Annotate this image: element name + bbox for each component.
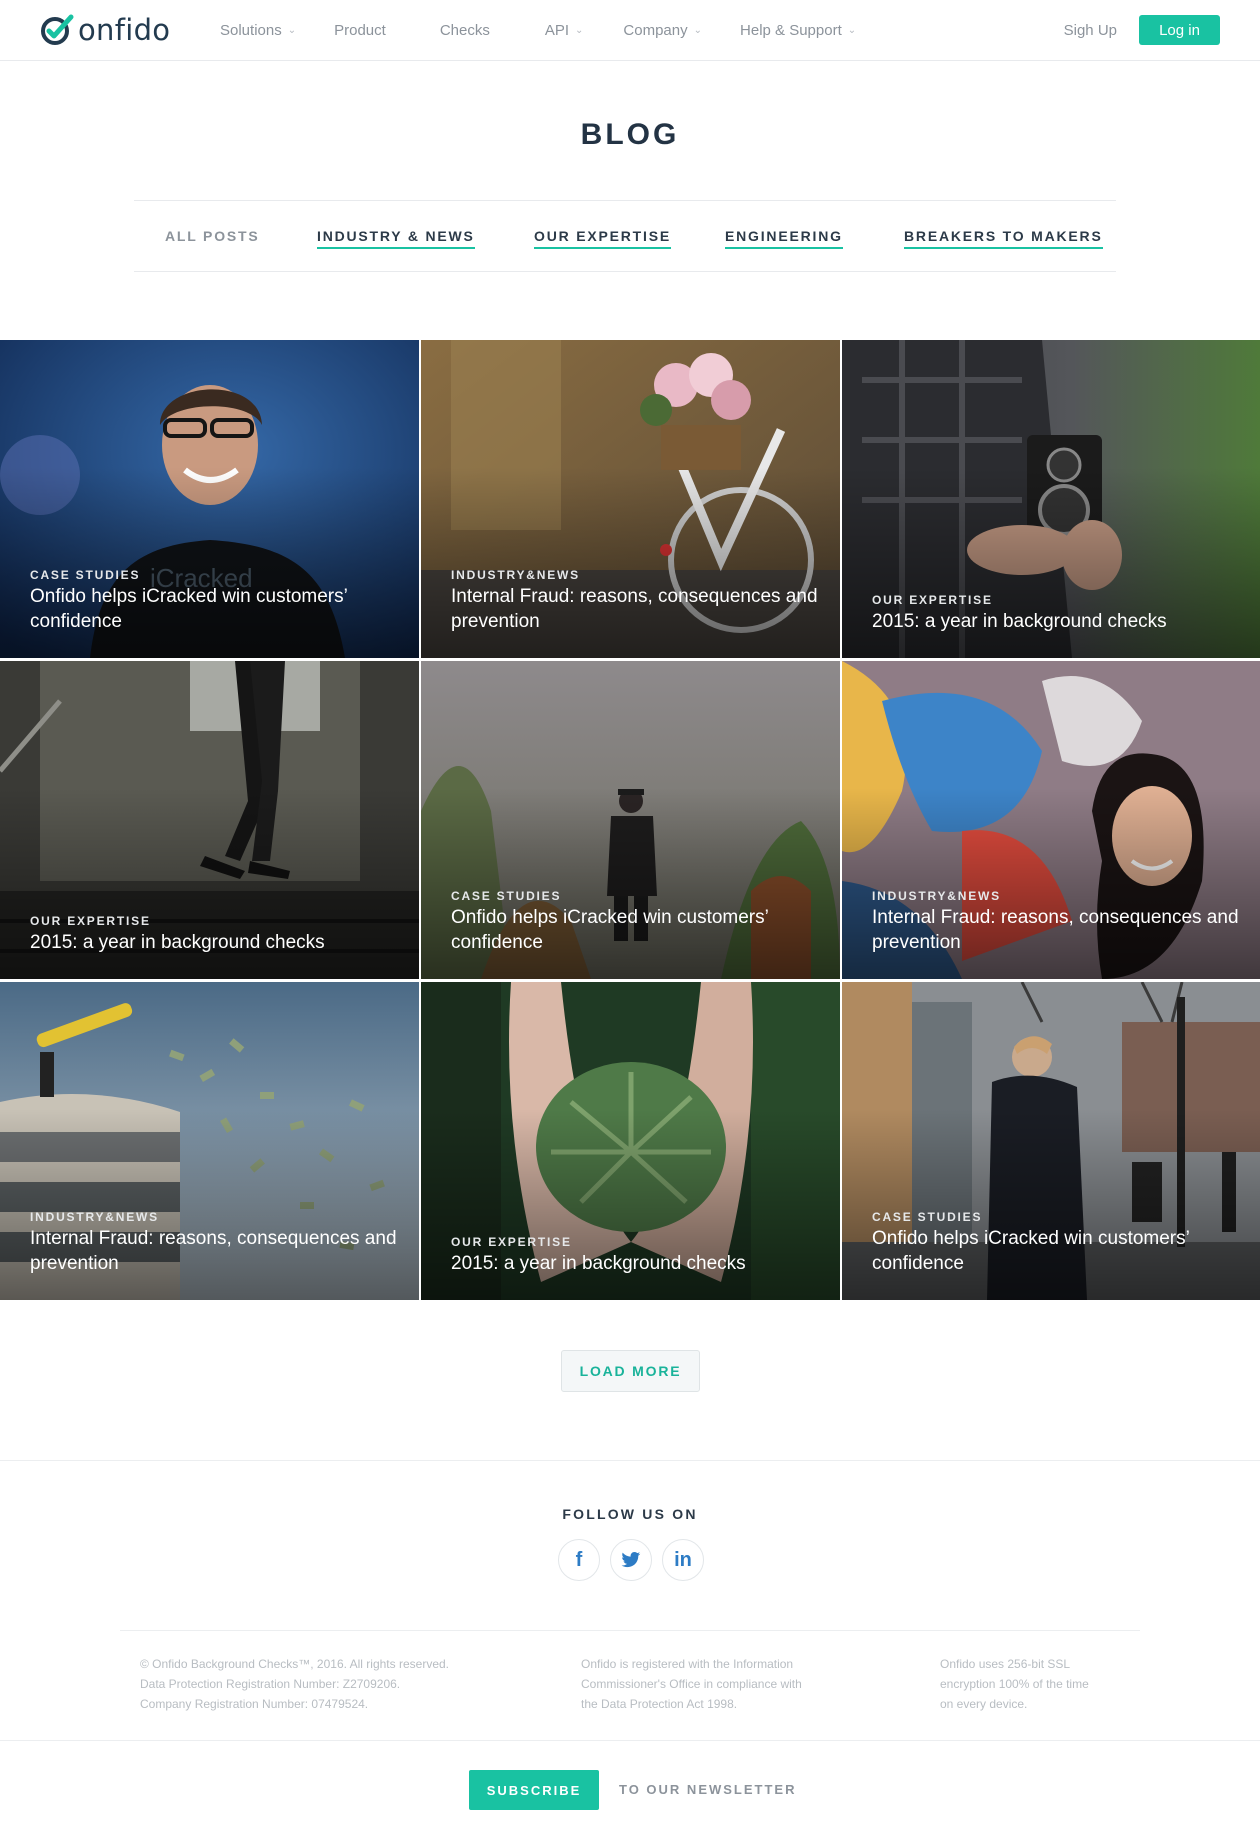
legal-line: encryption 100% of the time	[940, 1677, 1089, 1691]
follow-us-heading: FOLLOW US ON	[562, 1506, 698, 1522]
nav-label: Product	[334, 21, 386, 39]
legal-line: Onfido uses 256-bit SSL	[940, 1657, 1071, 1671]
post-card[interactable]: OUR EXPERTISE 2015: a year in background…	[421, 982, 840, 1300]
filter-engineering[interactable]: ENGINEERING	[725, 228, 843, 249]
post-category: OUR EXPERTISE	[451, 1235, 572, 1249]
main-nav: Solutions ⌄ Product Checks API ⌄ Company…	[220, 0, 856, 60]
divider	[120, 1630, 1140, 1631]
category-filter-bar: ALL POSTS INDUSTRY & NEWS OUR EXPERTISE …	[134, 200, 1116, 272]
post-category: INDUSTRY&NEWS	[872, 889, 1001, 903]
logo-wordmark: onfido	[78, 13, 171, 47]
post-title: Onfido helps iCracked win customers’ con…	[872, 1228, 1190, 1274]
newsletter-text: TO OUR NEWSLETTER	[619, 1782, 797, 1797]
load-more-button[interactable]: LOAD MORE	[561, 1350, 700, 1392]
social-links: f in	[558, 1539, 714, 1581]
divider	[0, 1460, 1260, 1461]
post-title: Onfido helps iCracked win customers’ con…	[451, 907, 769, 953]
nav-api[interactable]: API ⌄	[545, 22, 584, 39]
post-card[interactable]: INDUSTRY&NEWS Internal Fraud: reasons, c…	[0, 982, 419, 1300]
nav-label: Checks	[439, 21, 490, 39]
nav-label: API	[544, 21, 570, 39]
post-card[interactable]: CASE STUDIES Onfido helps iCracked win c…	[421, 661, 840, 979]
onfido-logo[interactable]: onfido	[38, 10, 170, 50]
post-category: CASE STUDIES	[30, 568, 141, 582]
check-circle-logo-icon	[41, 14, 74, 45]
nav-label: Solutions	[220, 21, 282, 39]
legal-line: Onfido is registered with the Informatio…	[581, 1657, 794, 1671]
legal-line: the Data Protection Act 1998.	[581, 1697, 738, 1711]
post-category: CASE STUDIES	[872, 1210, 983, 1224]
post-category: OUR EXPERTISE	[872, 593, 993, 607]
filter-all-posts[interactable]: ALL POSTS	[165, 228, 260, 247]
auth-links: Sigh Up Log in	[1064, 15, 1220, 45]
filter-our-expertise[interactable]: OUR EXPERTISE	[534, 228, 671, 249]
post-title: Internal Fraud: reasons, consequences an…	[872, 907, 1239, 953]
post-title: 2015: a year in background checks	[451, 1253, 746, 1274]
legal-ssl: Onfido uses 256-bit SSL encryption 100% …	[940, 1654, 1089, 1714]
post-card[interactable]: CASE STUDIES Onfido helps iCracked win c…	[842, 982, 1260, 1300]
post-title: 2015: a year in background checks	[872, 611, 1167, 632]
chevron-down-icon: ⌄	[693, 24, 703, 36]
nav-company[interactable]: Company ⌄	[623, 22, 702, 39]
signup-link[interactable]: Sigh Up	[1064, 22, 1117, 39]
subscribe-button[interactable]: SUBSCRIBE	[469, 1770, 599, 1810]
post-title: Internal Fraud: reasons, consequences an…	[451, 586, 818, 632]
page-title: BLOG	[580, 118, 680, 151]
divider	[0, 1740, 1260, 1741]
legal-line: on every device.	[940, 1697, 1028, 1711]
post-category: CASE STUDIES	[451, 889, 562, 903]
post-title: Internal Fraud: reasons, consequences an…	[30, 1228, 397, 1274]
facebook-glyph: f	[575, 1548, 583, 1571]
nav-label: Company	[623, 21, 688, 39]
site-header: onfido Solutions ⌄ Product Checks API ⌄ …	[0, 0, 1260, 61]
nav-product[interactable]: Product	[334, 22, 386, 39]
post-card[interactable]: INDUSTRY&NEWS Internal Fraud: reasons, c…	[421, 340, 840, 658]
filter-breakers-to-makers[interactable]: BREAKERS TO MAKERS	[904, 228, 1103, 249]
filter-industry-news[interactable]: INDUSTRY & NEWS	[317, 228, 475, 249]
twitter-bird-glyph	[621, 1552, 641, 1568]
linkedin-icon[interactable]: in	[662, 1539, 704, 1581]
legal-line: Company Registration Number: 07479524.	[140, 1697, 369, 1711]
chevron-down-icon: ⌄	[847, 24, 857, 36]
post-title: Onfido helps iCracked win customers’ con…	[30, 586, 348, 632]
legal-line: © Onfido Background Checks™, 2016. All r…	[140, 1657, 449, 1671]
post-card[interactable]: OUR EXPERTISE 2015: a year in background…	[0, 661, 419, 979]
nav-solutions[interactable]: Solutions ⌄	[220, 22, 296, 39]
post-card[interactable]: iCracked CASE STUDIES Onfido helps iCrac…	[0, 340, 419, 658]
facebook-icon[interactable]: f	[558, 1539, 600, 1581]
legal-copyright: © Onfido Background Checks™, 2016. All r…	[140, 1654, 449, 1714]
legal-ico: Onfido is registered with the Informatio…	[581, 1654, 802, 1714]
legal-line: Commissioner's Office in compliance with	[581, 1677, 802, 1691]
nav-checks[interactable]: Checks	[440, 22, 490, 39]
nav-help-support[interactable]: Help & Support ⌄	[740, 22, 856, 39]
chevron-down-icon: ⌄	[575, 24, 584, 36]
post-category: OUR EXPERTISE	[30, 914, 151, 928]
linkedin-glyph: in	[674, 1548, 692, 1571]
nav-label: Help & Support	[740, 21, 842, 39]
post-card[interactable]: INDUSTRY&NEWS Internal Fraud: reasons, c…	[842, 661, 1260, 979]
post-category: INDUSTRY&NEWS	[30, 1210, 159, 1224]
post-card[interactable]: OUR EXPERTISE 2015: a year in background…	[842, 340, 1260, 658]
post-title: 2015: a year in background checks	[30, 932, 325, 953]
chevron-down-icon: ⌄	[287, 24, 297, 36]
login-button[interactable]: Log in	[1139, 15, 1220, 45]
post-category: INDUSTRY&NEWS	[451, 568, 580, 582]
twitter-icon[interactable]	[610, 1539, 652, 1581]
legal-line: Data Protection Registration Number: Z27…	[140, 1677, 401, 1691]
post-grid: iCracked CASE STUDIES Onfido helps iCrac…	[0, 340, 1260, 1300]
